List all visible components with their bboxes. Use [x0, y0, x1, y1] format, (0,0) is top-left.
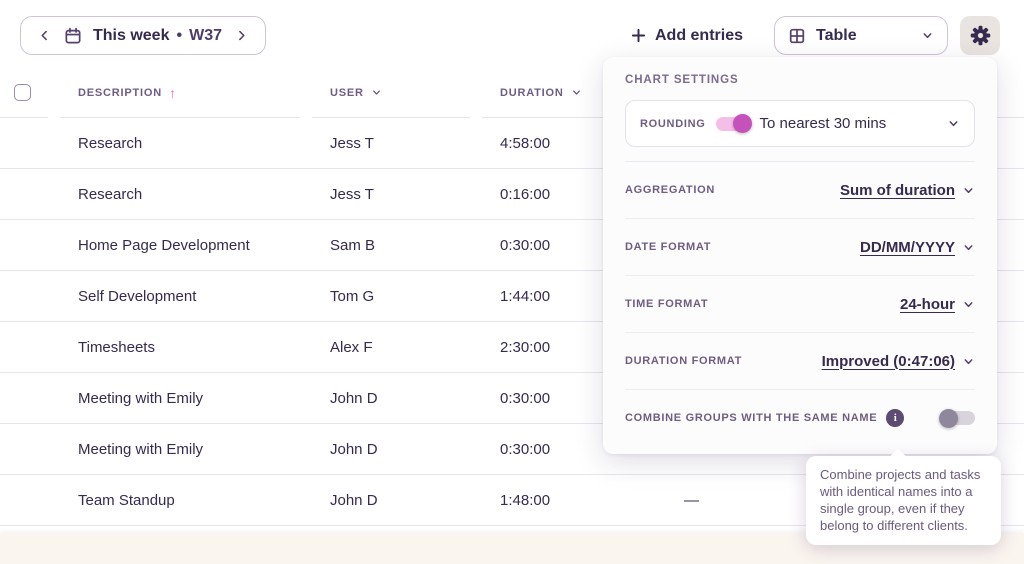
row-description: Meeting with Emily: [60, 441, 300, 458]
gear-icon: [970, 25, 991, 46]
week-label[interactable]: This week: [93, 27, 169, 45]
add-entries-label: Add entries: [655, 27, 743, 45]
chevron-right-icon: [235, 29, 248, 42]
chevron-down-icon: [571, 87, 582, 98]
chevron-down-icon: [962, 241, 975, 254]
view-mode-value: Table: [816, 27, 857, 45]
setting-value[interactable]: Sum of duration: [840, 182, 955, 199]
row-duration: 2:30:00: [482, 339, 620, 356]
row-user: John D: [312, 390, 470, 407]
select-all-cell: [0, 68, 48, 118]
setting-value[interactable]: DD/MM/YYYY: [860, 239, 955, 256]
week-separator: •: [176, 27, 182, 45]
column-label: DESCRIPTION: [78, 87, 162, 99]
row-description: Self Development: [60, 288, 300, 305]
rounding-toggle[interactable]: [716, 117, 750, 131]
row-user: Tom G: [312, 288, 470, 305]
setting-value[interactable]: Improved (0:47:06): [822, 353, 955, 370]
chevron-down-icon: [947, 117, 960, 130]
chevron-down-icon: [371, 87, 382, 98]
row-description: Timesheets: [60, 339, 300, 356]
tooltip-text: Combine projects and tasks with identica…: [820, 467, 980, 533]
row-duration: 1:48:00: [482, 492, 620, 509]
plus-icon: [631, 28, 646, 43]
view-mode-select[interactable]: Table: [774, 16, 948, 55]
rounding-label: ROUNDING: [640, 118, 706, 130]
row-description: Meeting with Emily: [60, 390, 300, 407]
setting-row-date-format[interactable]: DATE FORMAT DD/MM/YYYY: [625, 218, 975, 275]
column-header-user[interactable]: USER: [312, 68, 470, 118]
setting-label: AGGREGATION: [625, 184, 715, 196]
combine-groups-tooltip: Combine projects and tasks with identica…: [806, 456, 1001, 545]
chevron-down-icon: [962, 298, 975, 311]
setting-row-aggregation[interactable]: AGGREGATION Sum of duration: [625, 161, 975, 218]
column-header-description[interactable]: DESCRIPTION ↑: [60, 68, 300, 118]
chevron-down-icon: [962, 355, 975, 368]
row-user: Jess T: [312, 186, 470, 203]
column-header-duration[interactable]: DURATION: [482, 68, 620, 118]
column-label: DURATION: [500, 87, 564, 99]
calendar-icon: [64, 27, 82, 45]
table-grid-icon: [788, 27, 806, 45]
week-number: W37: [189, 27, 222, 45]
row-duration: 0:30:00: [482, 237, 620, 254]
row-user: John D: [312, 441, 470, 458]
chevron-left-icon: [38, 29, 51, 42]
row-description: Team Standup: [60, 492, 300, 509]
info-icon[interactable]: i: [886, 409, 904, 427]
setting-value[interactable]: 24-hour: [900, 296, 955, 313]
week-navigator[interactable]: This week • W37: [20, 16, 266, 55]
settings-rows: AGGREGATION Sum of duration DATE FORMAT DD/…: [625, 161, 975, 389]
sort-ascending-icon[interactable]: ↑: [169, 86, 177, 100]
row-duration: 0:30:00: [482, 390, 620, 407]
toggle-knob: [939, 409, 958, 428]
setting-label: DURATION FORMAT: [625, 355, 742, 367]
combine-groups-setting: COMBINE GROUPS WITH THE SAME NAME i: [625, 389, 975, 446]
panel-title: CHART SETTINGS: [625, 73, 975, 87]
row-description: Research: [60, 135, 300, 152]
rounding-value: To nearest 30 mins: [760, 115, 887, 132]
column-label: USER: [330, 87, 364, 99]
combine-groups-toggle[interactable]: [941, 411, 975, 425]
chevron-down-icon: [921, 29, 934, 42]
chevron-down-icon: [962, 184, 975, 197]
select-all-checkbox[interactable]: [14, 84, 31, 101]
setting-label: TIME FORMAT: [625, 298, 708, 310]
rounding-setting[interactable]: ROUNDING To nearest 30 mins: [625, 100, 975, 147]
previous-week-button[interactable]: [36, 27, 53, 44]
settings-button[interactable]: [960, 16, 1000, 55]
row-description: Research: [60, 186, 300, 203]
setting-row-time-format[interactable]: TIME FORMAT 24-hour: [625, 275, 975, 332]
toolbar-actions: Add entries Table: [631, 16, 1000, 55]
row-description: Home Page Development: [60, 237, 300, 254]
toggle-knob: [733, 114, 752, 133]
row-duration: 0:16:00: [482, 186, 620, 203]
row-user: Sam B: [312, 237, 470, 254]
row-user: Jess T: [312, 135, 470, 152]
timesheet-app: This week • W37 Add entries Table: [0, 0, 1024, 564]
row-user: John D: [312, 492, 470, 509]
row-user: Alex F: [312, 339, 470, 356]
setting-label: DATE FORMAT: [625, 241, 711, 253]
next-week-button[interactable]: [233, 27, 250, 44]
chart-settings-panel: CHART SETTINGS ROUNDING To nearest 30 mi…: [603, 57, 997, 454]
row-duration: 1:44:00: [482, 288, 620, 305]
add-entries-button[interactable]: Add entries: [631, 27, 743, 45]
combine-groups-label: COMBINE GROUPS WITH THE SAME NAME: [625, 412, 877, 424]
row-duration: 4:58:00: [482, 135, 620, 152]
row-duration: 0:30:00: [482, 441, 620, 458]
setting-row-duration-format[interactable]: DURATION FORMAT Improved (0:47:06): [625, 332, 975, 389]
